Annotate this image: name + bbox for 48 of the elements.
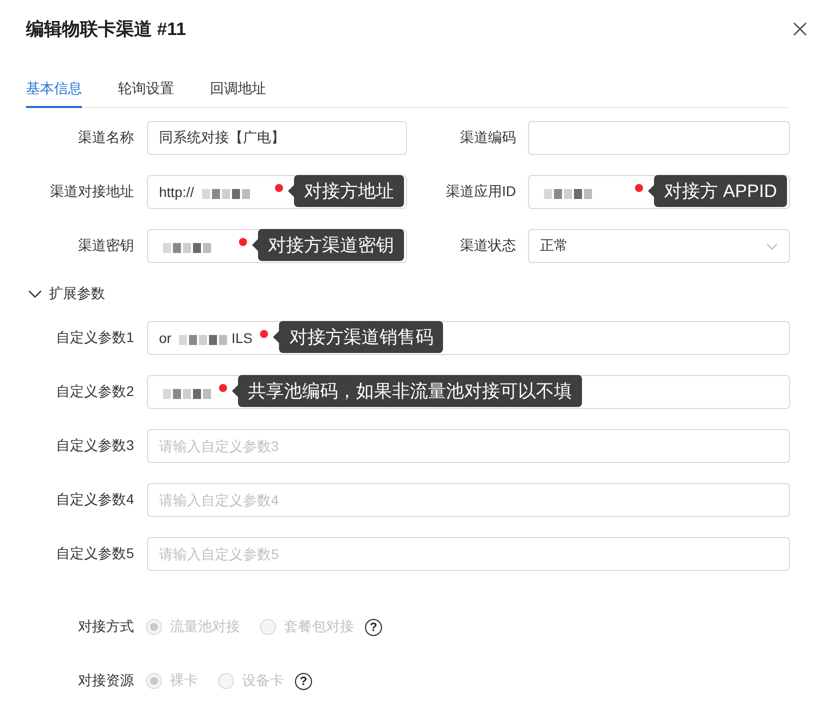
close-icon[interactable] — [793, 22, 807, 36]
text-field[interactable]: 同系统对接【广电】 — [147, 121, 407, 155]
text-field[interactable]: 对接方渠道密钥 — [147, 229, 407, 263]
select-field[interactable]: 正常 — [528, 229, 790, 263]
redacted-blocks-icon — [179, 335, 228, 345]
text-field[interactable]: or ILS 对接方渠道销售码 — [147, 321, 790, 355]
form-label: 渠道应用ID — [445, 183, 516, 201]
collapse-toggle[interactable]: 扩展参数 — [26, 283, 105, 305]
form-label: 自定义参数5 — [55, 545, 134, 563]
marker-dot-icon — [275, 184, 283, 192]
tooltip: 对接方渠道销售码 — [273, 321, 444, 353]
text-field[interactable] — [528, 121, 790, 155]
form-label: 渠道对接地址 — [49, 183, 134, 201]
chevron-down-icon — [766, 242, 778, 250]
redacted-blocks-icon — [544, 189, 592, 199]
form-label: 自定义参数1 — [55, 329, 134, 347]
form-label: 渠道状态 — [459, 237, 516, 255]
help-icon[interactable]: ? — [295, 672, 312, 690]
text-field[interactable]: http:// 对接方地址 — [147, 175, 407, 209]
redacted-blocks-icon — [163, 389, 211, 399]
form-label: 自定义参数4 — [55, 491, 134, 509]
help-icon[interactable]: ? — [365, 618, 382, 636]
marker-dot-icon — [260, 330, 268, 338]
form-label: 对接方式 — [77, 618, 134, 636]
tab[interactable]: 轮询设置 — [118, 70, 174, 108]
marker-dot-icon — [239, 238, 247, 246]
redacted-blocks-icon — [202, 189, 250, 199]
text-field[interactable]: 请输入自定义参数4 — [147, 483, 790, 517]
form-label: 渠道编码 — [459, 129, 516, 147]
form-label: 自定义参数2 — [55, 383, 134, 401]
tab[interactable]: 回调地址 — [210, 70, 266, 108]
text-field[interactable]: 共享池编码，如果非流量池对接可以不填 — [147, 375, 790, 409]
marker-dot-icon — [219, 384, 227, 392]
text-field[interactable]: 请输入自定义参数3 — [147, 429, 790, 463]
text-field[interactable]: 对接方 APPID — [528, 175, 790, 209]
tooltip: 共享池编码，如果非流量池对接可以不填 — [232, 375, 582, 407]
dialog-title: 编辑物联卡渠道 #11 — [26, 18, 186, 41]
form-label: 渠道密钥 — [77, 237, 134, 255]
text-field[interactable]: 请输入自定义参数5 — [147, 537, 790, 571]
tab[interactable]: 基本信息 — [26, 70, 82, 108]
redacted-blocks-icon — [163, 243, 211, 253]
form-label: 渠道名称 — [77, 129, 134, 147]
form-label: 自定义参数3 — [55, 437, 134, 455]
tooltip: 对接方地址 — [288, 175, 404, 207]
marker-dot-icon — [634, 184, 643, 192]
tooltip: 对接方渠道密钥 — [252, 229, 404, 261]
form-label: 对接资源 — [77, 672, 134, 690]
tooltip: 对接方 APPID — [648, 175, 787, 207]
